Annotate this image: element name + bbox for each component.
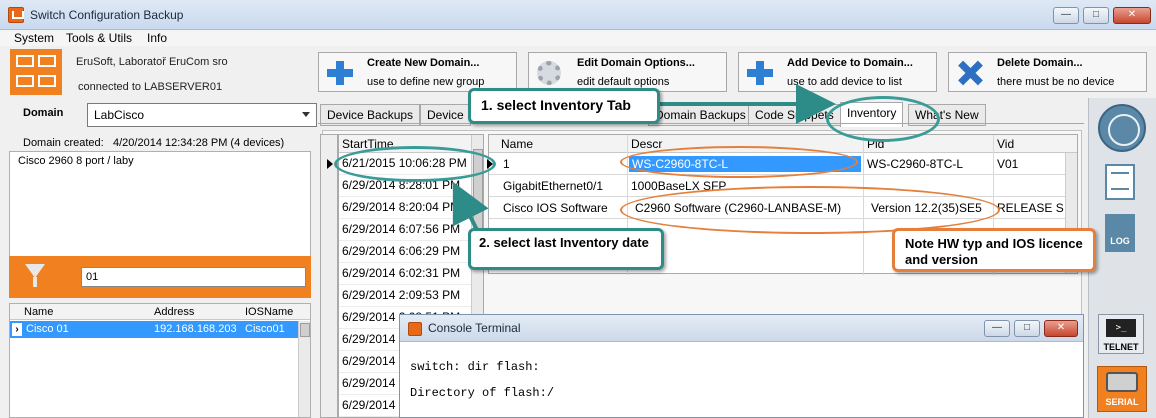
minimize-button[interactable]: — xyxy=(1053,7,1079,24)
right-tool-strip: LOG >_ TELNET SERIAL xyxy=(1088,98,1156,418)
filter-icon xyxy=(25,264,45,278)
highlight-inventory-tab xyxy=(826,96,940,142)
highlight-ios-version xyxy=(620,186,1000,234)
list-item[interactable]: 6/29/2014 6:06:29 PM xyxy=(339,241,471,263)
domain-select[interactable]: LabCisco xyxy=(87,103,317,127)
callout-note-hw-ios: Note HW typ and IOS licence and version xyxy=(892,228,1096,272)
col-descr[interactable]: Descr xyxy=(631,137,662,151)
app-icon xyxy=(8,7,24,23)
col-address[interactable]: Address xyxy=(154,306,194,318)
highlight-hw-type xyxy=(620,146,858,178)
terminal-icon: >_ xyxy=(1106,319,1136,337)
device-table: Name Address IOSName › Cisco 01 192.168.… xyxy=(9,303,311,418)
console-terminal-window: Console Terminal — □ ✕ switch: dir flash… xyxy=(399,314,1084,418)
edit-document-icon[interactable] xyxy=(1105,164,1135,200)
gear-icon xyxy=(537,61,561,85)
table-row[interactable]: › Cisco 01 192.168.168.203 Cisco01 xyxy=(10,321,300,338)
chevron-down-icon xyxy=(302,112,310,117)
domain-label: Domain xyxy=(23,107,64,119)
console-close-button[interactable]: ✕ xyxy=(1044,320,1078,337)
col-vid[interactable]: Vid xyxy=(997,137,1014,151)
create-domain-button[interactable]: Create New Domain... use to define new g… xyxy=(318,52,517,92)
maximize-button[interactable]: □ xyxy=(1083,7,1109,24)
device-table-scrollbar[interactable] xyxy=(298,321,310,417)
serial-button[interactable]: SERIAL xyxy=(1097,366,1147,412)
domain-created-row: Domain created: 4/20/2014 12:34:28 PM (4… xyxy=(9,135,311,151)
col-name[interactable]: Name xyxy=(501,137,533,151)
filter-bar: 01 xyxy=(9,256,311,298)
serial-port-icon xyxy=(1106,372,1138,392)
menu-bar: System Tools & Utils Info xyxy=(0,30,1156,46)
highlight-last-date xyxy=(334,146,496,182)
console-app-icon xyxy=(408,322,422,336)
col-iosname[interactable]: IOSName xyxy=(245,306,293,318)
callout-select-inventory-tab: 1. select Inventory Tab xyxy=(468,88,660,124)
device-table-header: Name Address IOSName xyxy=(10,304,310,320)
row-indicator-column xyxy=(320,134,338,418)
telnet-button[interactable]: >_ TELNET xyxy=(1098,314,1144,354)
close-button[interactable]: ✕ xyxy=(1113,7,1151,24)
network-globe-icon[interactable] xyxy=(1098,104,1146,152)
console-title: Console Terminal xyxy=(428,321,521,335)
menu-info[interactable]: Info xyxy=(147,31,167,45)
list-item[interactable]: 6/29/2014 6:02:31 PM xyxy=(339,263,471,285)
delete-icon xyxy=(957,61,983,85)
console-maximize-button[interactable]: □ xyxy=(1014,320,1040,337)
log-icon[interactable]: LOG xyxy=(1105,214,1135,252)
domain-select-value: LabCisco xyxy=(94,108,145,122)
console-output[interactable]: switch: dir flash:​Directory of flash:/ xyxy=(410,361,554,400)
window-title: Switch Configuration Backup xyxy=(30,8,184,22)
list-item[interactable]: 6/29/2014 6:07:56 PM xyxy=(339,219,471,241)
domain-description[interactable]: Cisco 2960 8 port / laby xyxy=(9,151,311,257)
list-item[interactable]: 6/29/2014 2:09:53 PM xyxy=(339,285,471,307)
console-title-bar: Console Terminal — □ ✕ xyxy=(400,315,1083,342)
col-name[interactable]: Name xyxy=(24,306,53,318)
callout-select-last-date: 2. select last Inventory date xyxy=(468,228,664,270)
delete-domain-button[interactable]: Delete Domain... there must be no device xyxy=(948,52,1147,92)
add-device-icon xyxy=(747,61,773,85)
network-logo-icon xyxy=(10,49,62,95)
list-item[interactable]: 6/29/2014 8:20:04 PM xyxy=(339,197,471,219)
console-minimize-button[interactable]: — xyxy=(984,320,1010,337)
company-name: EruSoft, Laboratoř EruCom sro xyxy=(76,56,228,68)
domain-created-label: Domain created: xyxy=(23,137,104,149)
title-bar: Switch Configuration Backup — □ ✕ xyxy=(0,0,1156,30)
domain-created-value: 4/20/2014 12:34:28 PM (4 devices) xyxy=(113,137,285,149)
add-device-button[interactable]: Add Device to Domain... use to add devic… xyxy=(738,52,937,92)
filter-input[interactable]: 01 xyxy=(81,267,306,287)
menu-tools-utils[interactable]: Tools & Utils xyxy=(66,31,132,45)
edit-domain-options-button[interactable]: Edit Domain Options... edit default opti… xyxy=(528,52,727,92)
connection-status: connected to LABSERVER01 xyxy=(78,81,223,93)
row-selector-icon: › xyxy=(12,323,22,336)
left-panel: Domain LabCisco Domain created: 4/20/201… xyxy=(9,100,317,418)
plus-icon xyxy=(327,61,353,85)
menu-system[interactable]: System xyxy=(14,31,54,45)
